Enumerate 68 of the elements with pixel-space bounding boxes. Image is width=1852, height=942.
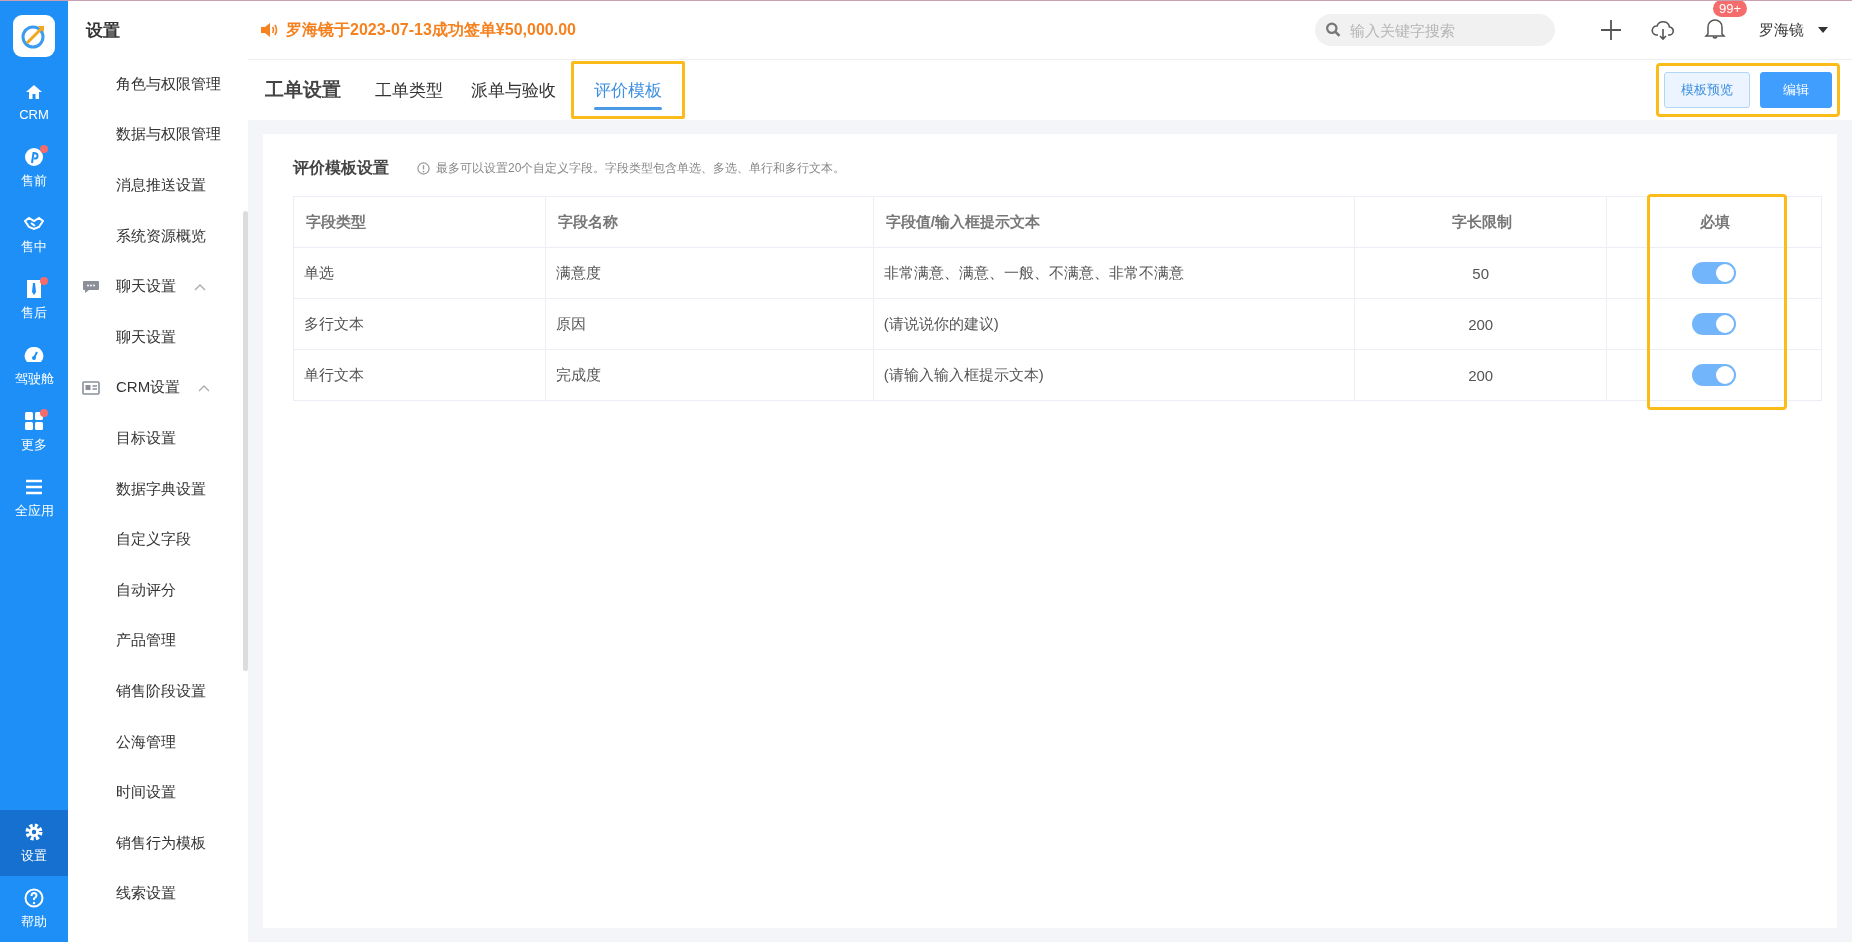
table-cell: (请输入输入框提示文本) [873, 349, 1355, 401]
help-icon [24, 887, 44, 908]
toggle-switch[interactable] [1692, 313, 1737, 335]
sidebar-item[interactable]: 消息推送设置 [68, 160, 238, 211]
tab[interactable]: 派单与验收 [457, 60, 570, 120]
grid-icon [24, 410, 44, 431]
sidebar-item[interactable]: 产品管理 [68, 615, 238, 667]
table-cell: (请说说你的建议) [873, 298, 1355, 350]
speaker-icon [260, 22, 278, 38]
toggle-switch[interactable] [1692, 262, 1737, 284]
toggle-switch[interactable] [1692, 364, 1737, 386]
page-title: 工单设置 [265, 78, 341, 102]
cloud-download-icon[interactable] [1651, 18, 1675, 42]
table-cell: 200 [1354, 298, 1607, 350]
sidebar-item[interactable]: 自动评分 [68, 564, 238, 616]
sidebar-item[interactable]: 系统资源概览 [68, 210, 238, 262]
nav-item[interactable]: 设置 [0, 810, 68, 876]
hint-text: 最多可以设置20个自定义字段。字段类型包含单选、多选、单行和多行文本。 [436, 159, 846, 177]
plus-icon[interactable] [1599, 18, 1623, 42]
sidebar-item[interactable]: 时间设置 [68, 767, 238, 818]
tab[interactable]: 工单类型 [361, 60, 457, 120]
table-cell: 满意度 [545, 247, 874, 299]
gauge-icon [24, 344, 44, 365]
scrollbar[interactable] [243, 211, 248, 671]
sidebar-title: 设置 [84, 20, 121, 42]
column-header: 字段值/输入框提示文本 [873, 196, 1355, 248]
sidebar-item[interactable]: 销售阶段设置 [68, 666, 238, 717]
column-header: 字长限制 [1354, 196, 1607, 248]
sidebar-item[interactable]: 数据与权限管理 [68, 109, 238, 161]
column-header: 必填 [1606, 196, 1822, 248]
home-icon [24, 82, 44, 102]
sidebar-item[interactable]: 公海管理 [68, 716, 238, 768]
sidebar-item[interactable]: 线索设置 [68, 868, 238, 920]
info-icon [417, 161, 430, 175]
tab[interactable]: 评价模板 [570, 60, 686, 120]
table-cell: 非常满意、满意、一般、不满意、非常不满意 [873, 247, 1355, 299]
search-icon [1325, 20, 1342, 40]
sidebar-group[interactable]: 聊天设置 [68, 261, 238, 312]
sidebar-item[interactable]: 数据字典设置 [68, 463, 238, 515]
circle-p-icon [24, 146, 44, 167]
sidebar-item[interactable]: 聊天设置 [68, 311, 238, 363]
bell-icon[interactable] [1703, 16, 1727, 40]
column-header: 字段类型 [293, 196, 546, 248]
column-header: 字段名称 [545, 196, 874, 248]
sidebar-item[interactable]: 目标设置 [68, 413, 238, 464]
table-cell: 完成度 [545, 349, 874, 401]
sidebar-item[interactable]: 角色与权限管理 [68, 59, 238, 110]
sidebar-item[interactable]: 自定义字段 [68, 514, 238, 565]
section-title: 评价模板设置 [293, 157, 389, 178]
table-cell: 单行文本 [293, 349, 546, 401]
id-card-icon [82, 380, 100, 395]
chat-bubble-icon [82, 279, 100, 294]
caret-icon [1818, 27, 1828, 33]
tie-icon [24, 278, 44, 299]
search-input[interactable]: 输入关键字搜索 [1348, 20, 1542, 40]
notice-text: 罗海镜于2023-07-13成功签单¥50,000.00 [286, 19, 576, 40]
user-name[interactable]: 罗海镜 [1759, 20, 1804, 40]
table-cell: 单选 [293, 247, 546, 299]
table-cell: 原因 [545, 298, 874, 350]
notification-badge: 99+ [1713, 1, 1748, 17]
app-logo [13, 15, 55, 57]
sidebar-item[interactable]: 销售行为模板 [68, 817, 238, 869]
table-cell: 多行文本 [293, 298, 546, 350]
table-cell: 50 [1354, 247, 1607, 299]
table-cell: 200 [1354, 349, 1607, 401]
sidebar-group[interactable]: CRM设置 [68, 362, 238, 414]
search-field[interactable]: 输入关键字搜索 [1315, 14, 1555, 46]
settings-icon [24, 821, 44, 842]
